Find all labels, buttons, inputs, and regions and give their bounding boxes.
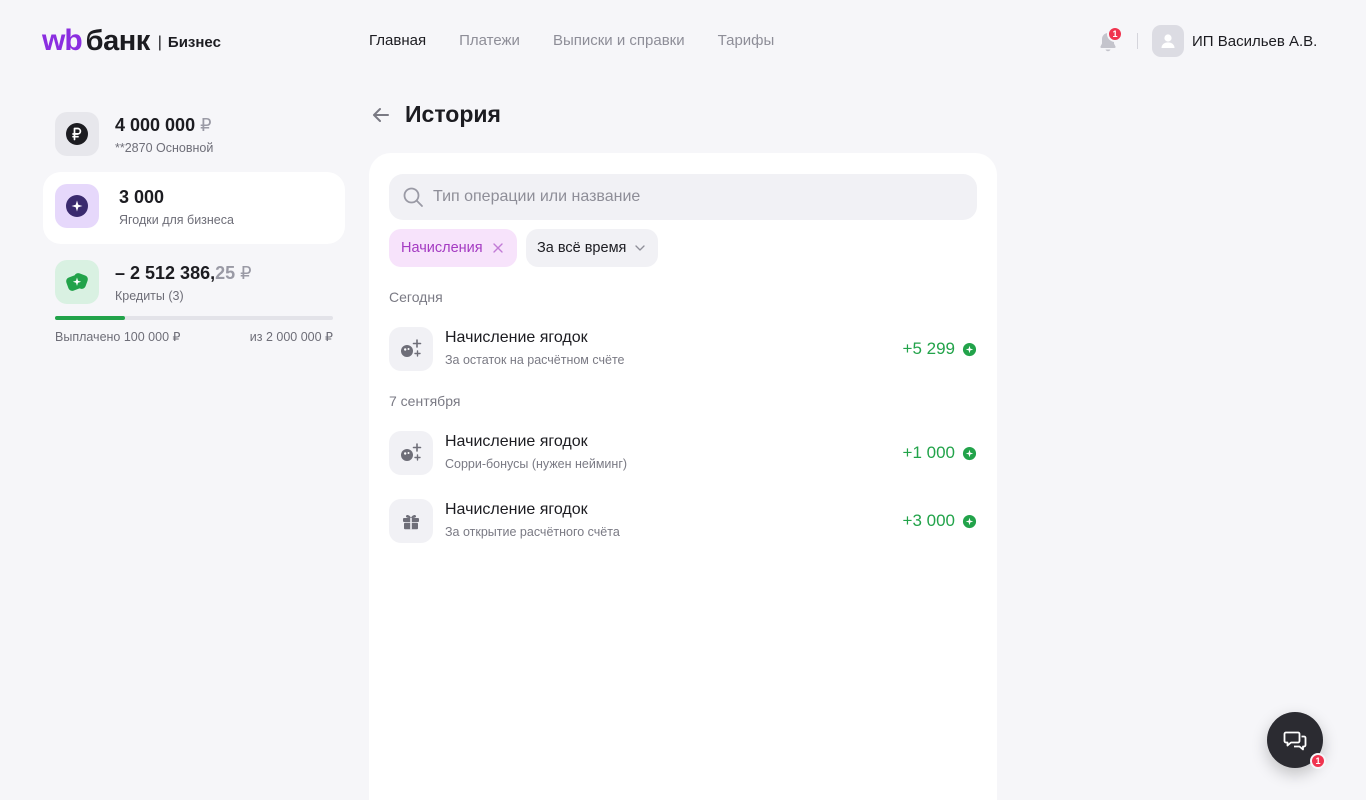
- credit-progress-bar: [55, 316, 333, 320]
- account-amount: – 2 512 386,25 ₽: [115, 263, 252, 283]
- account-label: Ягодки для бизнеса: [119, 213, 234, 227]
- operation-amount: +1 000: [902, 443, 955, 462]
- user-name[interactable]: ИП Васильев А.В.: [1192, 33, 1317, 50]
- chat-badge: 1: [1310, 753, 1326, 769]
- filter-chip-period[interactable]: За всё время: [526, 229, 658, 267]
- filter-chip-label: Начисления: [401, 240, 483, 256]
- nav-item-tariffs[interactable]: Тарифы: [718, 32, 775, 49]
- credit-total-label: из 2 000 000 ₽: [249, 330, 333, 344]
- credit-progress-fill: [55, 316, 125, 320]
- berry-coin-icon: [962, 446, 977, 461]
- operation-row[interactable]: Начисление ягодок За открытие расчётного…: [389, 497, 977, 545]
- operation-subtitle: Сорри-бонусы (нужен нейминг): [445, 457, 628, 471]
- filter-chip-label: За всё время: [537, 240, 627, 256]
- operation-title: Начисление ягодок: [445, 501, 588, 518]
- credit-paid-label: Выплачено 100 000 ₽: [55, 330, 181, 344]
- nav-item-home[interactable]: Главная: [369, 32, 426, 49]
- search-icon: [403, 187, 423, 207]
- operation-amount: +3 000: [902, 511, 955, 530]
- operation-amount: +5 299: [902, 339, 955, 358]
- logo-separator: |: [157, 34, 162, 51]
- account-credits[interactable]: – 2 512 386,25 ₽ Кредиты (3): [43, 248, 345, 320]
- logo-business: Бизнес: [167, 34, 221, 51]
- chevron-down-icon: [635, 245, 646, 251]
- search-input[interactable]: [433, 188, 953, 206]
- account-label: Кредиты (3): [115, 289, 184, 303]
- operation-row[interactable]: Начисление ягодок За остаток на расчётно…: [389, 325, 977, 373]
- logo-wb: wb: [42, 24, 83, 57]
- logo[interactable]: wb банк | Бизнес: [42, 24, 221, 57]
- notification-badge: 1: [1107, 26, 1123, 42]
- ruble-icon: [55, 112, 99, 156]
- credit-icon: [55, 260, 99, 304]
- operation-subtitle: За открытие расчётного счёта: [445, 525, 620, 539]
- chat-icon: [1283, 731, 1307, 751]
- main-nav: Главная Платежи Выписки и справки Тарифы: [369, 32, 774, 49]
- account-amount: 4 000 000 ₽: [115, 115, 212, 135]
- operation-title: Начисление ягодок: [445, 329, 588, 346]
- gift-icon: [389, 499, 433, 543]
- header-divider: [1137, 33, 1138, 49]
- search-box[interactable]: [389, 174, 977, 220]
- group-label-today: Сегодня: [389, 289, 443, 305]
- berry-coin-icon: [962, 342, 977, 357]
- nav-item-statements[interactable]: Выписки и справки: [553, 32, 685, 49]
- group-label-date: 7 сентября: [389, 393, 461, 409]
- avatar[interactable]: [1152, 25, 1184, 57]
- operation-subtitle: За остаток на расчётном счёте: [445, 353, 625, 367]
- account-amount: 3 000: [119, 187, 165, 207]
- nav-item-payments[interactable]: Платежи: [459, 32, 520, 49]
- history-panel: Начисления За всё время Сегодня Начислен…: [369, 153, 997, 800]
- berries-plus-icon: [389, 431, 433, 475]
- account-main[interactable]: 4 000 000 ₽ **2870 Основной: [43, 100, 345, 172]
- logo-bank: банк: [85, 25, 151, 57]
- page-title: История: [405, 101, 501, 127]
- operation-title: Начисление ягодок: [445, 433, 588, 450]
- close-icon[interactable]: [492, 242, 504, 254]
- back-arrow-icon[interactable]: [369, 103, 393, 127]
- berry-coin-icon: [962, 514, 977, 529]
- header: wb банк | Бизнес Главная Платежи Выписки…: [0, 0, 1366, 82]
- filter-chip-accruals[interactable]: Начисления: [389, 229, 517, 267]
- account-berries[interactable]: 3 000 Ягодки для бизнеса: [43, 172, 345, 244]
- operation-row[interactable]: Начисление ягодок Сорри-бонусы (нужен не…: [389, 429, 977, 477]
- account-label: **2870 Основной: [115, 141, 214, 155]
- berry-sparkle-icon: [55, 184, 99, 228]
- user-icon: [1161, 34, 1175, 48]
- berries-plus-icon: [389, 327, 433, 371]
